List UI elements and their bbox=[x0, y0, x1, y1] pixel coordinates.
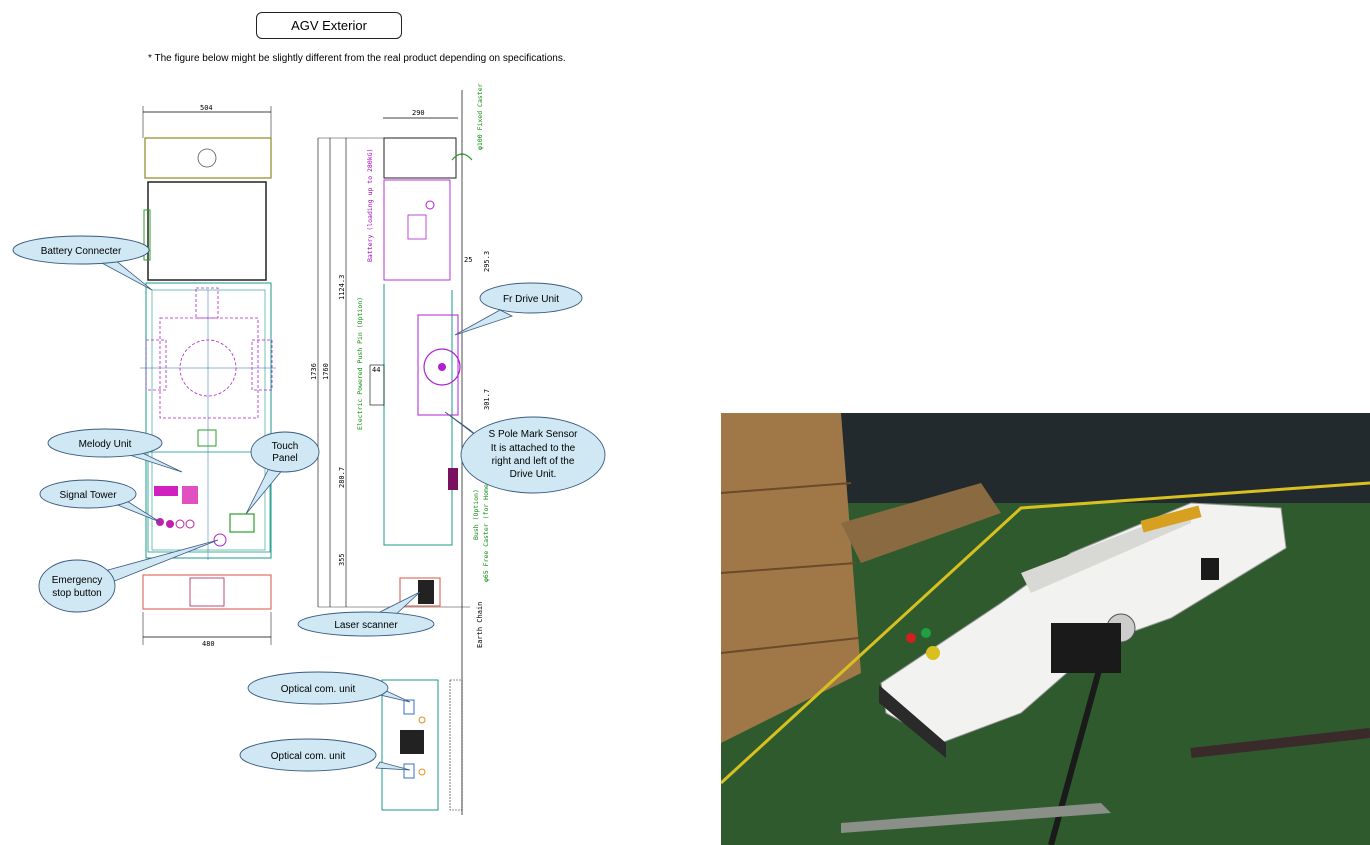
callout-signal-text: Signal Tower bbox=[59, 490, 117, 501]
dim-290: 290 bbox=[412, 109, 425, 117]
top-view bbox=[140, 106, 276, 645]
label-battery: Battery (loading up to 280kG) bbox=[366, 149, 374, 263]
callout-optical-text-1: Optical com. unit bbox=[281, 684, 356, 695]
agv-photo-illustration bbox=[721, 413, 1370, 845]
chain-rail bbox=[449, 679, 463, 811]
side-battery-inner bbox=[407, 214, 427, 240]
side-laser-scanner bbox=[418, 580, 434, 604]
technical-drawing: 504 480 290 25 44 1736 1760 1124.3 280.7… bbox=[12, 83, 606, 815]
optical-dot-1 bbox=[418, 716, 426, 724]
photo-agv-estop bbox=[926, 646, 940, 660]
label-earth-chain: Earth Chain bbox=[476, 602, 484, 648]
callout-touch-text-1: Touch bbox=[272, 441, 299, 452]
optical-unit-dark bbox=[400, 730, 424, 754]
top-bumper bbox=[144, 137, 272, 179]
callout-optical-text-2: Optical com. unit bbox=[271, 751, 346, 762]
dim-44: 44 bbox=[372, 366, 380, 374]
agv-photo bbox=[721, 413, 1370, 845]
label-bush: Bush (Option) bbox=[472, 489, 480, 540]
fixed-caster-circle bbox=[197, 148, 217, 168]
laser-scanner-top bbox=[189, 577, 225, 607]
dim-504: 504 bbox=[200, 104, 213, 112]
melody-unit-block bbox=[154, 486, 178, 496]
callout-emergency-text-2: stop button bbox=[52, 588, 101, 599]
signal-lamp-2 bbox=[166, 520, 174, 528]
callout-touch-panel bbox=[250, 431, 320, 473]
dim-280: 280.7 bbox=[338, 467, 346, 488]
battery-box bbox=[147, 181, 267, 281]
optical-dot-2 bbox=[418, 768, 426, 776]
drive-wheel-right bbox=[251, 339, 273, 391]
callout-pole-text-3: right and left of the bbox=[492, 456, 575, 467]
callout-pointer-emergency bbox=[107, 539, 219, 583]
callout-fr-drive-text: Fr Drive Unit bbox=[503, 294, 559, 305]
callout-pole-text-4: Drive Unit. bbox=[510, 469, 557, 480]
dim-295: 295.3 bbox=[483, 251, 491, 272]
signal-lamp-3 bbox=[175, 519, 185, 529]
photo-agv-button-green bbox=[921, 628, 931, 638]
photo-agv-button-red bbox=[906, 633, 916, 643]
photo-agv-vent bbox=[1201, 558, 1219, 580]
dim-1124: 1124.3 bbox=[338, 275, 346, 300]
dim-480: 480 bbox=[202, 640, 215, 648]
callout-pole-text-1: S Pole Mark Sensor bbox=[489, 429, 579, 440]
signal-lamp-4 bbox=[185, 519, 195, 529]
side-view bbox=[317, 90, 473, 815]
side-battery-circle bbox=[425, 200, 435, 210]
side-top-bumper bbox=[383, 137, 457, 179]
callout-touch-text-2: Panel bbox=[272, 453, 298, 464]
label-free-caster: φ65 Free Caster (for Home) bbox=[482, 480, 490, 582]
callout-laser-text: Laser scanner bbox=[334, 620, 398, 631]
callout-pole-text-2: It is attached to the bbox=[491, 443, 576, 454]
melody-unit-pink bbox=[182, 486, 198, 504]
dim-355: 355 bbox=[338, 553, 346, 566]
label-electric-push: Electric Powered Push Pin (Option) bbox=[356, 297, 364, 430]
drive-top-block bbox=[195, 287, 219, 319]
callout-pointer-fr-drive bbox=[454, 309, 514, 336]
optical-unit-2 bbox=[403, 763, 415, 779]
dim-1736: 1736 bbox=[310, 363, 318, 380]
bottom-bumper bbox=[142, 574, 272, 610]
callouts: Battery Connecter Melody Unit Signal Tow… bbox=[12, 235, 606, 772]
side-battery bbox=[383, 179, 451, 281]
drive-wheel-left bbox=[145, 339, 167, 391]
dim-25: 25 bbox=[464, 256, 472, 264]
emergency-stop-circle bbox=[213, 533, 227, 547]
main-body-frame bbox=[145, 282, 272, 559]
photo-agv-drive-gap bbox=[1051, 623, 1121, 673]
callout-emergency-stop bbox=[38, 559, 116, 613]
side-drive-hub bbox=[438, 363, 446, 371]
callout-melody-text: Melody Unit bbox=[79, 439, 132, 450]
dim-301: 301.7 bbox=[483, 389, 491, 410]
side-bush bbox=[448, 468, 458, 490]
callout-battery-text: Battery Connecter bbox=[41, 246, 122, 257]
center-connector bbox=[197, 429, 217, 447]
label-fixed-caster: φ100 Fixed Caster bbox=[476, 83, 484, 150]
callout-emergency-text-1: Emergency bbox=[52, 575, 103, 586]
callout-pointer-optical-2 bbox=[375, 761, 411, 771]
touch-panel-box bbox=[229, 513, 255, 533]
dim-1760: 1760 bbox=[322, 363, 330, 380]
